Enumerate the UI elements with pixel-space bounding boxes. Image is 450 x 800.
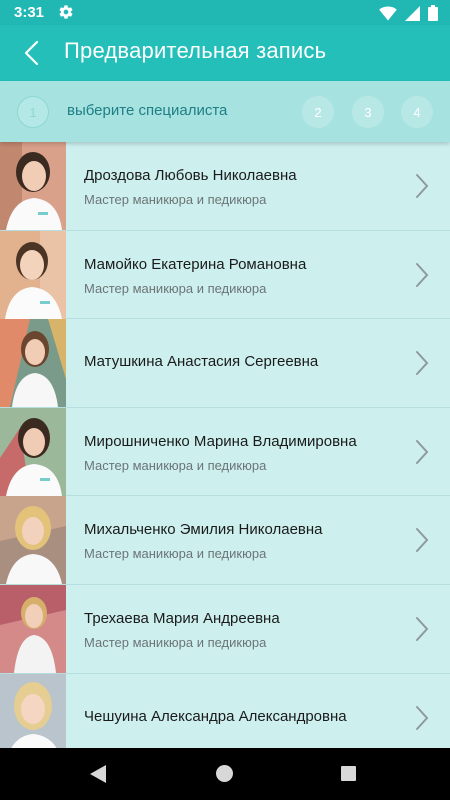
- page-title: Предварительная запись: [64, 38, 327, 63]
- chevron-right-icon: [416, 528, 429, 553]
- step-2-indicator[interactable]: 2: [302, 96, 334, 128]
- specialist-list: Дроздова Любовь Николаевна Мастер маникю…: [0, 142, 450, 748]
- status-icons: [379, 5, 438, 21]
- system-nav-bar: [0, 748, 450, 800]
- chevron-right-icon: [416, 705, 429, 730]
- specialist-item[interactable]: Михальченко Эмилия Николаевна Мастер ман…: [0, 496, 450, 585]
- specialist-name: Дроздова Любовь Николаевна: [84, 167, 297, 184]
- app-bar: Предварительная запись: [0, 25, 450, 81]
- nav-home-icon[interactable]: [216, 765, 233, 782]
- specialist-name: Михальченко Эмилия Николаевна: [84, 521, 323, 539]
- specialist-name: Мамойко Екатерина Романовна: [84, 255, 307, 273]
- nav-recents-icon[interactable]: [341, 766, 356, 781]
- step-label: выберите специалиста: [67, 102, 228, 119]
- step-1-indicator: 1: [17, 96, 49, 128]
- specialist-role: Мастер маникюра и педикюра: [84, 280, 267, 296]
- specialist-name: Мирошниченко Марина Владимировна: [84, 432, 357, 450]
- step-4-indicator[interactable]: 4: [401, 96, 433, 128]
- specialist-item[interactable]: Трехаева Мария Андреевна Мастер маникюра…: [0, 584, 450, 674]
- signal-icon: [405, 5, 420, 21]
- specialist-role: Мастер маникюра и педикюра: [84, 634, 267, 650]
- chevron-right-icon: [416, 262, 429, 287]
- specialist-item[interactable]: Дроздова Любовь Николаевна Мастер маникю…: [0, 142, 450, 231]
- specialist-role: Мастер маникюра и педикюра: [84, 546, 267, 562]
- chevron-right-icon: [416, 616, 429, 641]
- chevron-right-icon: [416, 174, 429, 198]
- avatar: [0, 407, 66, 496]
- status-time: 3:31: [14, 4, 45, 21]
- back-button[interactable]: [16, 37, 48, 69]
- nav-back-icon[interactable]: [90, 765, 106, 783]
- specialist-role: Мастер маникюра и педикюра: [84, 457, 267, 473]
- chevron-left-icon: [24, 40, 39, 66]
- avatar: [0, 673, 66, 748]
- chevron-right-icon: [416, 351, 429, 376]
- battery-icon: [428, 5, 438, 21]
- chevron-right-icon: [416, 439, 429, 464]
- step-3-indicator[interactable]: 3: [352, 96, 384, 128]
- specialist-name: Матушкина Анастасия Сергеевна: [84, 353, 319, 371]
- avatar: [0, 584, 66, 673]
- status-bar: 3:31: [0, 0, 450, 25]
- specialist-name: Чешуина Александра Александровна: [84, 707, 347, 725]
- gear-icon: [59, 5, 73, 19]
- wifi-icon: [379, 6, 397, 20]
- avatar: [0, 496, 66, 585]
- steps-bar: 1 выберите специалиста 2 3 4: [0, 81, 450, 142]
- specialist-item[interactable]: Мамойко Екатерина Романовна Мастер маник…: [0, 230, 450, 320]
- specialist-item[interactable]: Матушкина Анастасия Сергеевна: [0, 319, 450, 408]
- specialist-role: Мастер маникюра и педикюра: [84, 192, 267, 207]
- avatar: [0, 142, 66, 230]
- specialist-item[interactable]: Мирошниченко Марина Владимировна Мастер …: [0, 407, 450, 497]
- specialist-item[interactable]: Чешуина Александра Александровна: [0, 673, 450, 748]
- avatar: [0, 319, 66, 408]
- specialist-name: Трехаева Мария Андреевна: [84, 609, 280, 627]
- avatar: [0, 230, 66, 319]
